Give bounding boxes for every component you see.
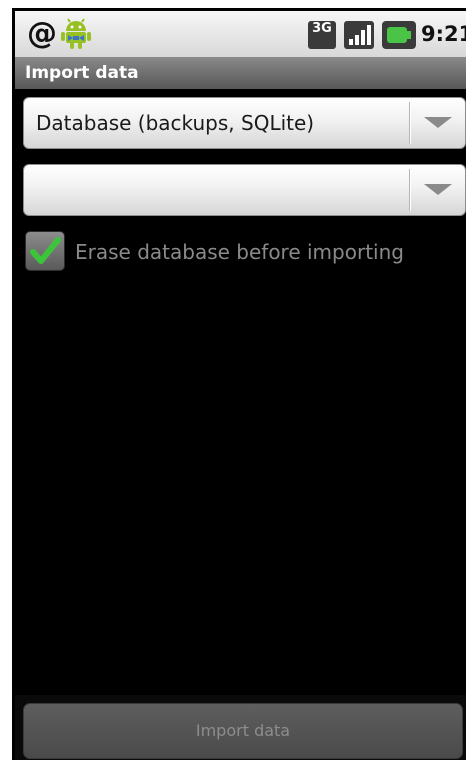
android-notification-icon [59,17,93,51]
signal-strength-icon [344,21,374,49]
title-bar: Import data [15,57,466,89]
phone-screen: @ 3G 9:2 Import data Database (backups, … [12,8,466,760]
bottom-button-bar: Import data [15,695,466,760]
import-file-spinner[interactable] [23,164,466,216]
dropdown-arrow-icon [424,184,452,195]
status-bar: @ 3G 9:2 [15,11,466,58]
at-sign-icon: @ [27,16,57,51]
battery-charging-icon [382,21,416,49]
page-title: Import data [25,63,139,83]
erase-database-option[interactable]: Erase database before importing [25,229,465,273]
network-type-label: 3G [312,21,332,36]
3g-data-icon: 3G [308,21,336,49]
spinner-divider [409,102,411,144]
import-data-button[interactable]: Import data [23,703,463,759]
import-format-value: Database (backups, SQLite) [36,111,315,135]
erase-database-checkbox[interactable] [25,231,65,271]
dropdown-arrow-icon [424,117,452,128]
spinner-divider [409,169,411,211]
erase-database-label: Erase database before importing [75,240,404,264]
checkmark-icon [30,237,61,264]
status-clock: 9:21 [421,22,466,46]
import-format-spinner[interactable]: Database (backups, SQLite) [23,97,466,149]
